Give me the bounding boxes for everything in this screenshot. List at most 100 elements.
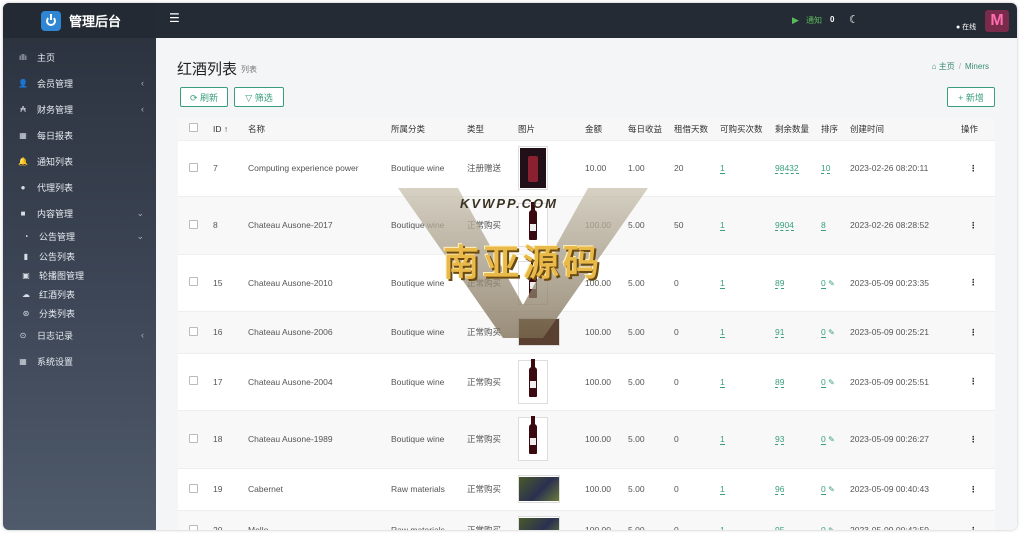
sort-editable[interactable]: 0 bbox=[821, 277, 826, 289]
row-checkbox[interactable] bbox=[189, 162, 198, 172]
row-checkbox[interactable] bbox=[189, 376, 198, 385]
sidebar-item[interactable]: ▦ 系统设置 bbox=[3, 351, 156, 371]
cell-id: 8 bbox=[213, 196, 248, 255]
edit-pencil-icon[interactable]: ✎ bbox=[828, 279, 835, 288]
more-actions-icon[interactable]: ⋮ bbox=[969, 484, 978, 494]
sidebar-item[interactable]: ▦ 每日报表 bbox=[3, 125, 156, 145]
wine-image[interactable] bbox=[518, 202, 548, 247]
table-row: 16 Chateau Ausone-2006 Boutique wine 正常购买 10… bbox=[178, 311, 995, 354]
refresh-button[interactable]: ⟳ 刷新 bbox=[180, 87, 228, 107]
table-row: 15 Chateau Ausone-2010 Boutique wine 正常购买 10… bbox=[178, 254, 995, 312]
more-actions-icon[interactable]: ⋮ bbox=[969, 525, 978, 531]
sidebar-item[interactable]: ⊙ 日志记录 ‹ bbox=[3, 325, 156, 345]
wine-image[interactable] bbox=[518, 416, 548, 461]
remain-editable[interactable]: 89 bbox=[775, 376, 785, 388]
col-id[interactable]: ID ↑ bbox=[213, 118, 248, 141]
logo[interactable]: 管理后台 bbox=[3, 3, 156, 38]
table-row: 20 Mello Raw materials 正常购买 100.00 5.00 0 1 95 0 … bbox=[178, 510, 995, 530]
cell-daily: 5.00 bbox=[628, 468, 674, 511]
sidebar-icon: ● bbox=[20, 182, 26, 192]
times-editable[interactable]: 1 bbox=[720, 163, 725, 174]
wine-image[interactable] bbox=[518, 516, 560, 530]
row-checkbox[interactable] bbox=[189, 483, 198, 493]
cell-name: Chateau Ausone-1989 bbox=[248, 410, 391, 469]
times-editable[interactable]: 1 bbox=[720, 434, 725, 445]
sort-editable[interactable]: 0 bbox=[821, 434, 826, 445]
cell-daily: 1.00 bbox=[628, 140, 674, 197]
more-actions-icon[interactable]: ⋮ bbox=[969, 277, 978, 287]
wine-image[interactable] bbox=[518, 358, 548, 404]
edit-pencil-icon[interactable]: ✎ bbox=[828, 435, 835, 444]
times-editable[interactable]: 1 bbox=[720, 525, 725, 530]
edit-pencil-icon[interactable]: ✎ bbox=[828, 485, 835, 494]
more-actions-icon[interactable]: ⋮ bbox=[969, 434, 978, 444]
remain-editable[interactable]: 98432 bbox=[775, 163, 799, 174]
sidebar-item[interactable]: ☁ 红酒列表 bbox=[3, 284, 156, 304]
breadcrumb-home[interactable]: 主页 bbox=[939, 62, 955, 71]
remain-editable[interactable]: 91 bbox=[775, 327, 785, 338]
remain-editable[interactable]: 89 bbox=[775, 277, 785, 289]
more-actions-icon[interactable]: ⋮ bbox=[969, 220, 978, 230]
remain-editable[interactable]: 93 bbox=[775, 434, 785, 445]
sort-editable[interactable]: 0 bbox=[821, 327, 826, 338]
avatar[interactable]: M bbox=[985, 10, 1009, 32]
dark-mode-icon[interactable]: ☾ bbox=[849, 13, 859, 26]
sort-editable[interactable]: 0 bbox=[821, 376, 826, 388]
more-actions-icon[interactable]: ⋮ bbox=[969, 376, 978, 386]
col-image: 图片 bbox=[518, 118, 585, 141]
online-status: ● 在线 bbox=[956, 24, 977, 31]
sidebar-item[interactable]: 👤 会员管理 ‹ bbox=[3, 73, 156, 93]
wine-image[interactable] bbox=[518, 318, 560, 346]
add-button[interactable]: + 新增 bbox=[947, 87, 995, 107]
select-all-checkbox[interactable] bbox=[189, 123, 198, 133]
cell-category: Raw materials bbox=[391, 468, 467, 511]
sort-editable[interactable]: 10 bbox=[821, 163, 831, 174]
cell-created: 2023-05-09 00:26:27 bbox=[850, 410, 961, 469]
times-editable[interactable]: 1 bbox=[720, 484, 725, 495]
sidebar-item[interactable]: ₳ 财务管理 ‹ bbox=[3, 99, 156, 119]
sidebar-item[interactable]: ◔ 公告管理 ⌄ bbox=[3, 226, 156, 246]
notification-count: 0 bbox=[830, 15, 835, 24]
play-icon[interactable]: ▶ bbox=[792, 15, 799, 26]
sidebar-item[interactable]: ■ 内容管理 ⌄ bbox=[3, 203, 156, 223]
sidebar-icon: 🔔 bbox=[18, 156, 28, 166]
sidebar-icon: ₳ bbox=[20, 104, 26, 114]
table-row: 18 Chateau Ausone-1989 Boutique wine 正常购买 10… bbox=[178, 410, 995, 469]
row-checkbox[interactable] bbox=[189, 219, 198, 229]
wine-image[interactable] bbox=[518, 259, 548, 305]
filter-button[interactable]: ▽ 筛选 bbox=[234, 87, 284, 107]
remain-editable[interactable]: 95 bbox=[775, 525, 785, 530]
home-icon: ⌂ bbox=[931, 62, 937, 71]
sort-editable[interactable]: 8 bbox=[821, 220, 826, 231]
wine-image[interactable] bbox=[518, 475, 560, 503]
sidebar-item[interactable]: ▣ 轮播图管理 bbox=[3, 265, 156, 285]
sidebar-item[interactable]: ıllı 主页 bbox=[3, 47, 156, 67]
sidebar-item[interactable]: ▮ 公告列表 bbox=[3, 246, 156, 266]
remain-editable[interactable]: 96 bbox=[775, 484, 785, 495]
times-editable[interactable]: 1 bbox=[720, 220, 725, 231]
times-editable[interactable]: 1 bbox=[720, 277, 725, 289]
row-checkbox[interactable] bbox=[189, 277, 198, 286]
sidebar-item[interactable]: 🔔 通知列表 bbox=[3, 151, 156, 171]
more-actions-icon[interactable]: ⋮ bbox=[969, 163, 978, 173]
row-checkbox[interactable] bbox=[189, 326, 198, 336]
remain-editable[interactable]: 9904 bbox=[775, 220, 794, 231]
row-checkbox[interactable] bbox=[189, 433, 198, 443]
sort-editable[interactable]: 0 bbox=[821, 525, 826, 530]
times-editable[interactable]: 1 bbox=[720, 327, 725, 338]
sidebar-item[interactable]: ● 代理列表 bbox=[3, 177, 156, 197]
sort-editable[interactable]: 0 bbox=[821, 484, 826, 495]
sidebar-item[interactable]: ⊛ 分类列表 bbox=[3, 303, 156, 323]
chevron-icon: ‹ bbox=[141, 104, 144, 114]
wine-image[interactable] bbox=[518, 146, 548, 190]
notification-link[interactable]: 通知 bbox=[806, 15, 822, 26]
row-checkbox[interactable] bbox=[189, 524, 198, 530]
cell-name: Chateau Ausone-2006 bbox=[248, 311, 391, 354]
edit-pencil-icon[interactable]: ✎ bbox=[828, 328, 835, 337]
menu-toggle-icon[interactable]: ☰ bbox=[169, 12, 180, 24]
sidebar-icon: ◔ bbox=[23, 231, 29, 241]
edit-pencil-icon[interactable]: ✎ bbox=[828, 378, 835, 387]
times-editable[interactable]: 1 bbox=[720, 376, 725, 388]
more-actions-icon[interactable]: ⋮ bbox=[969, 327, 978, 337]
edit-pencil-icon[interactable]: ✎ bbox=[828, 526, 835, 530]
